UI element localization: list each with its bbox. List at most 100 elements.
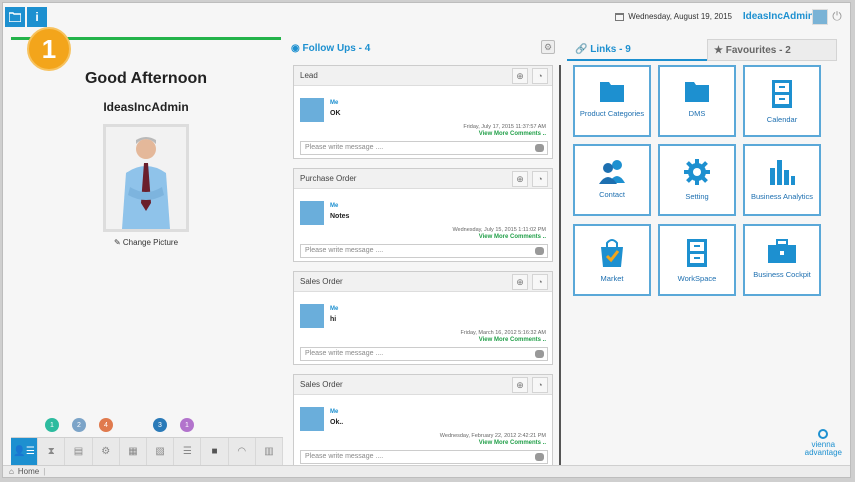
calendar-icon: ▦ xyxy=(128,446,138,457)
link-tile-business-cockpit[interactable]: Business Cockpit xyxy=(743,224,821,296)
hourglass-icon: ⧗ xyxy=(47,446,55,457)
message-date: Wednesday, February 22, 2012 2:42:21 PM xyxy=(439,433,546,439)
message-author: Me xyxy=(330,409,339,415)
hourglass-tool[interactable]: ⧗ xyxy=(38,438,66,465)
note-tool[interactable]: ■ xyxy=(201,438,229,465)
link-tile-market[interactable]: Market xyxy=(573,224,651,296)
followup-card: Lead ⊕ ◔ Me OK Friday, July 17, 2015 11:… xyxy=(293,65,553,159)
contact-icon xyxy=(599,160,625,184)
followups-list: Lead ⊕ ◔ Me OK Friday, July 17, 2015 11:… xyxy=(293,65,553,465)
rss-icon[interactable]: ◔ xyxy=(532,68,548,84)
message-text: hi xyxy=(330,316,337,323)
power-icon[interactable]: ⏻ xyxy=(830,9,844,23)
view-more-link[interactable]: View More Comments .. xyxy=(479,131,546,137)
change-picture-link[interactable]: ✎ Change Picture xyxy=(11,238,281,247)
message-date: Wednesday, July 15, 2015 1:11:02 PM xyxy=(452,227,546,233)
report-tool[interactable]: ▥ xyxy=(256,438,284,465)
rss-icon: ◉ xyxy=(291,43,303,54)
step-badge: 1 xyxy=(27,27,71,71)
calendar-tool[interactable]: ▦ xyxy=(120,438,148,465)
zoom-icon[interactable]: ⊕ xyxy=(512,274,528,290)
link-tile-calendar[interactable]: Calendar xyxy=(743,65,821,137)
link-tile-dms[interactable]: DMS xyxy=(658,65,736,137)
message-date: Friday, March 16, 2012 5:16:32 AM xyxy=(460,330,547,336)
chat-icon[interactable] xyxy=(535,453,544,461)
top-bar: i Wednesday, August 19, 2015 IdeasIncAdm… xyxy=(3,3,850,31)
notif-dot-1[interactable]: 1 xyxy=(45,418,59,432)
user-avatar[interactable] xyxy=(812,9,828,25)
link-tile-workspace[interactable]: WorkSpace xyxy=(658,224,736,296)
clipboard-icon: ▤ xyxy=(73,446,84,457)
followup-card: Purchase Order ⊕ ◔ Me Notes Wednesday, J… xyxy=(293,168,553,262)
message-text: OK xyxy=(330,110,341,117)
status-bar: ⌂ Home | xyxy=(3,465,850,477)
link-tile-product-categories[interactable]: Product Categories xyxy=(573,65,651,137)
note-icon: ■ xyxy=(211,446,218,457)
gauge-icon: ◠ xyxy=(237,446,247,457)
logo-icon xyxy=(818,429,829,439)
view-more-link[interactable]: View More Comments .. xyxy=(479,234,546,240)
profile-tool[interactable]: 👤☰ xyxy=(11,438,39,465)
briefcase-icon xyxy=(768,239,796,263)
message-date: Friday, July 17, 2015 11:37:57 AM xyxy=(463,124,546,130)
message-input[interactable]: Please write message .... xyxy=(300,244,548,258)
tab-links[interactable]: 🔗 Links - 9 xyxy=(567,39,707,61)
list-tool[interactable]: ☰ xyxy=(174,438,202,465)
rss-icon[interactable]: ◔ xyxy=(532,377,548,393)
link-tile-business-analytics[interactable]: Business Analytics xyxy=(743,144,821,216)
chat-icon[interactable] xyxy=(535,247,544,255)
followups-settings-button[interactable]: ⚙ xyxy=(541,40,555,54)
zoom-icon[interactable]: ⊕ xyxy=(512,68,528,84)
avatar xyxy=(300,201,324,225)
username-link[interactable]: IdeasIncAdmin xyxy=(743,11,814,22)
link-tile-contact[interactable]: Contact xyxy=(573,144,651,216)
avatar xyxy=(300,304,324,328)
gauge-tool[interactable]: ◠ xyxy=(229,438,256,465)
view-more-link[interactable]: View More Comments .. xyxy=(479,337,546,343)
avatar xyxy=(300,98,324,122)
folder-button[interactable] xyxy=(5,7,25,27)
notif-dot-3[interactable]: 4 xyxy=(99,418,113,432)
rss-icon[interactable]: ◔ xyxy=(532,274,548,290)
profile-username: IdeasIncAdmin xyxy=(103,100,189,114)
panel-divider[interactable] xyxy=(559,65,561,465)
chat-icon[interactable] xyxy=(535,144,544,152)
tab-favourites[interactable]: ★ Favourites - 2 xyxy=(707,39,837,61)
home-link[interactable]: Home xyxy=(18,467,39,476)
folder-icon xyxy=(685,82,709,102)
cabinet-icon xyxy=(687,239,707,267)
star-icon: ★ xyxy=(714,45,726,56)
home-icon: ⌂ xyxy=(9,467,14,476)
avatar xyxy=(300,407,324,431)
gear-icon: ⚙ xyxy=(543,42,553,52)
rss-icon[interactable]: ◔ xyxy=(532,171,548,187)
info-button[interactable]: i xyxy=(27,7,47,27)
message-text: Ok.. xyxy=(330,419,344,426)
followups-title: ◉ Follow Ups - 4 xyxy=(291,43,371,54)
folder-icon xyxy=(9,12,21,22)
link-icon: 🔗 xyxy=(575,44,591,55)
current-date: Wednesday, August 19, 2015 xyxy=(615,12,732,21)
link-tile-setting[interactable]: Setting xyxy=(658,144,736,216)
vienna-advantage-logo: vienna advantage xyxy=(805,429,842,457)
shopping-bag-icon xyxy=(601,239,623,267)
view-more-link[interactable]: View More Comments .. xyxy=(479,440,546,446)
document-icon: ▧ xyxy=(155,446,165,457)
followup-card: Sales Order ⊕ ◔ Me Ok.. Wednesday, Febru… xyxy=(293,374,553,465)
zoom-icon[interactable]: ⊕ xyxy=(512,171,528,187)
chat-icon[interactable] xyxy=(535,350,544,358)
profile-photo xyxy=(103,124,189,232)
message-author: Me xyxy=(330,306,339,312)
document-tool[interactable]: ▧ xyxy=(147,438,175,465)
notif-dot-2[interactable]: 2 xyxy=(72,418,86,432)
notif-dot-4[interactable]: 3 xyxy=(153,418,167,432)
message-input[interactable]: Please write message .... xyxy=(300,141,548,155)
notif-dot-5[interactable]: 1 xyxy=(180,418,194,432)
zoom-icon[interactable]: ⊕ xyxy=(512,377,528,393)
app-window: i Wednesday, August 19, 2015 IdeasIncAdm… xyxy=(2,2,851,478)
list-icon: ☰ xyxy=(182,446,192,457)
settings-tool[interactable]: ⚙ xyxy=(93,438,120,465)
message-input[interactable]: Please write message .... xyxy=(300,450,548,464)
clipboard-tool[interactable]: ▤ xyxy=(65,438,93,465)
message-input[interactable]: Please write message .... xyxy=(300,347,548,361)
